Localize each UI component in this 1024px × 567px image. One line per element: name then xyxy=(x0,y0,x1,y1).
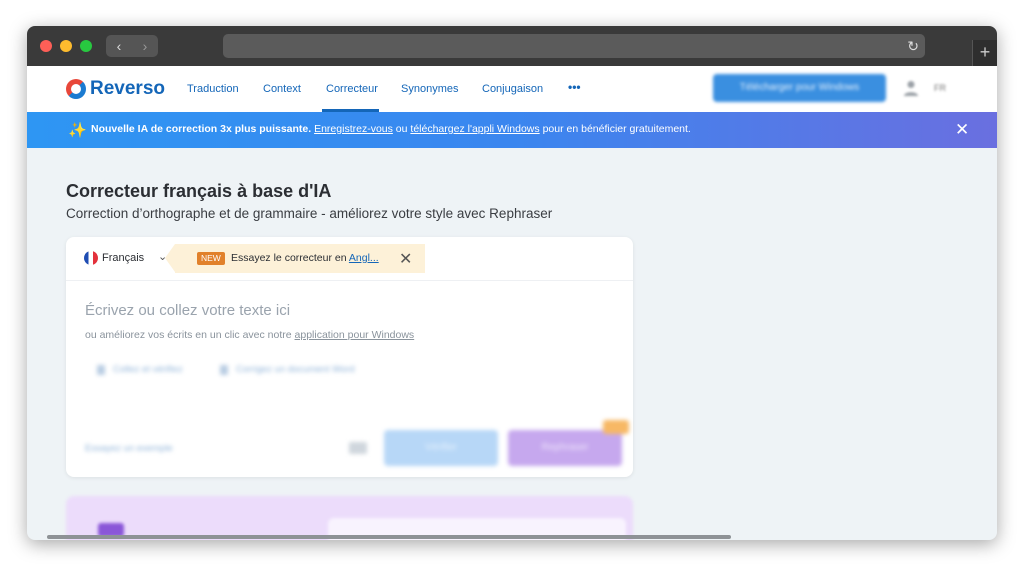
banner-or: ou xyxy=(395,123,408,135)
minimize-window-button[interactable] xyxy=(60,40,72,52)
word-doc-icon xyxy=(220,365,228,375)
close-window-button[interactable] xyxy=(40,40,52,52)
editor-actions: Collez et vérifiez Corrigez un document … xyxy=(66,342,633,477)
promo-text: Essayez le correcteur en Angl... xyxy=(231,252,379,264)
word-document-button[interactable]: Corrigez un document Word xyxy=(236,364,355,375)
hint-text: ou améliorez vos écrits en un clic avec … xyxy=(85,329,292,341)
reverso-logo-icon xyxy=(66,79,86,99)
english-corrector-link[interactable]: Angl... xyxy=(349,252,379,264)
forward-button[interactable]: › xyxy=(132,35,158,57)
nav-correcteur[interactable]: Correcteur xyxy=(326,83,378,95)
english-promo: NEW Essayez le correcteur en Angl... ✕ xyxy=(165,244,425,273)
download-app-link[interactable]: téléchargez l'appli Windows xyxy=(410,123,539,135)
new-badge: NEW xyxy=(197,252,225,265)
maximize-window-button[interactable] xyxy=(80,40,92,52)
french-flag-icon xyxy=(84,251,98,265)
nav-conjugaison[interactable]: Conjugaison xyxy=(482,83,543,95)
site-header: Reverso Traduction Context Correcteur Sy… xyxy=(27,66,997,113)
paste-icon xyxy=(97,365,105,375)
rephraser-promo-panel xyxy=(66,496,633,540)
promo-banner: ✨ Nouvelle IA de correction 3x plus puis… xyxy=(27,112,997,148)
nav-context[interactable]: Context xyxy=(263,83,301,95)
register-link[interactable]: Enregistrez-vous xyxy=(314,123,393,135)
check-button[interactable]: Vérifier xyxy=(384,430,498,466)
sparkle-icon: ✨ xyxy=(68,122,87,139)
back-button[interactable]: ‹ xyxy=(106,35,132,57)
editor-toolbar: Français ⌄ NEW Essayez le correcteur en … xyxy=(66,237,633,281)
close-icon[interactable]: ✕ xyxy=(955,120,969,140)
text-input[interactable]: Écrivez ou collez votre texte ici xyxy=(85,302,290,319)
language-select[interactable]: Français xyxy=(102,252,144,264)
download-windows-button[interactable]: Télécharger pour Windows xyxy=(713,74,886,102)
banner-headline: Nouvelle IA de correction 3x plus puissa… xyxy=(91,123,312,135)
nav-traduction[interactable]: Traduction xyxy=(187,83,239,95)
windows-app-link[interactable]: application pour Windows xyxy=(295,329,415,341)
promo-label: Essayez le correcteur en xyxy=(231,252,347,264)
page-title: Correcteur français à base d'IA xyxy=(66,181,332,201)
horizontal-scrollbar[interactable] xyxy=(47,535,731,539)
reload-icon[interactable]: ↻ xyxy=(907,36,919,56)
banner-end-text: pour en bénéficier gratuitement. xyxy=(542,123,691,135)
page-subtitle: Correction d’orthographe et de grammaire… xyxy=(66,206,553,221)
keyboard-icon[interactable] xyxy=(349,442,367,454)
new-tab-button[interactable]: + xyxy=(972,40,997,66)
language-switcher[interactable]: FR xyxy=(934,83,946,93)
rephrase-button[interactable]: Rephraser xyxy=(508,430,622,466)
editor-card: Français ⌄ NEW Essayez le correcteur en … xyxy=(66,237,633,477)
history-nav: ‹ › xyxy=(106,35,158,57)
browser-toolbar: ‹ › ↻ + xyxy=(27,26,997,66)
address-bar[interactable]: ↻ xyxy=(223,34,925,58)
reverso-logo[interactable]: Reverso xyxy=(66,78,165,100)
more-menu-icon[interactable]: ••• xyxy=(568,80,581,94)
banner-message: Nouvelle IA de correction 3x plus puissa… xyxy=(91,123,691,135)
paste-check-button[interactable]: Collez et vérifiez xyxy=(113,364,183,375)
editor-hint: ou améliorez vos écrits en un clic avec … xyxy=(85,329,414,341)
logo-text: Reverso xyxy=(90,78,165,99)
user-icon[interactable] xyxy=(904,80,918,96)
rephrase-badge xyxy=(603,420,629,434)
nav-synonymes[interactable]: Synonymes xyxy=(401,83,458,95)
browser-window: ‹ › ↻ + Reverso Traduction Context Corre… xyxy=(27,26,997,540)
try-example-link[interactable]: Essayez un exemple xyxy=(85,443,173,454)
close-icon[interactable]: ✕ xyxy=(399,249,412,269)
